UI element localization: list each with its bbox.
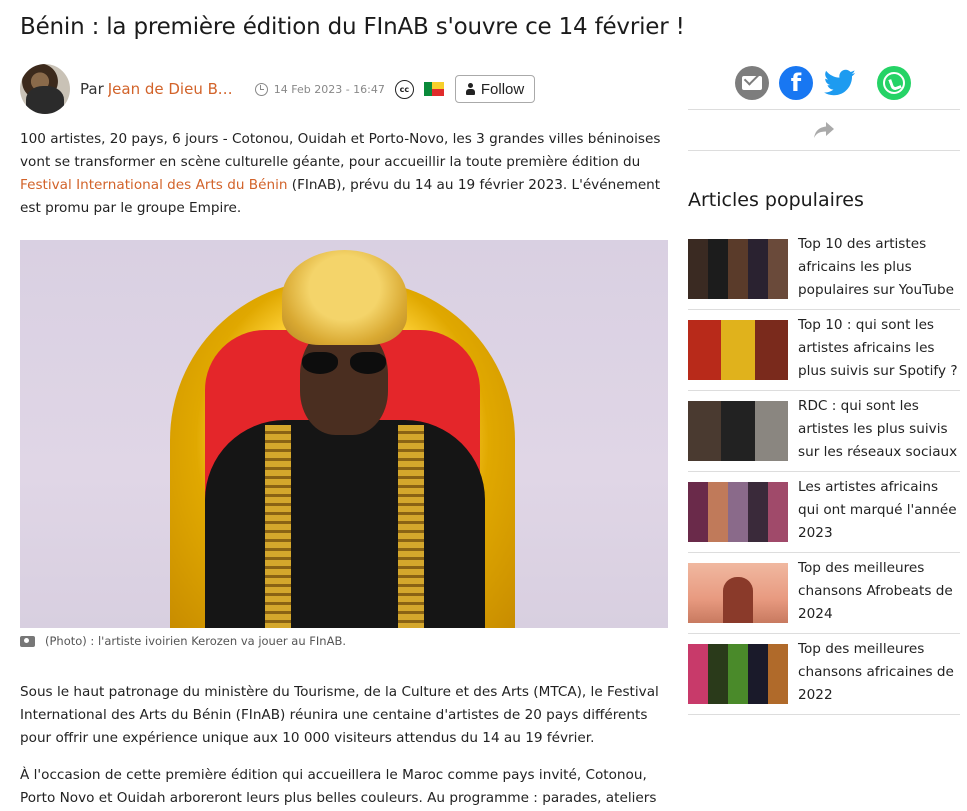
popular-article-item[interactable]: Top 10 : qui sont les artistes africains… [688, 310, 960, 391]
more-share-button[interactable] [688, 110, 960, 151]
popular-article-item[interactable]: Top des meilleures chansons africaines d… [688, 634, 960, 715]
popular-article-title[interactable]: Top des meilleures chansons africaines d… [798, 638, 960, 707]
facebook-icon[interactable]: f [779, 66, 813, 100]
share-arrow-icon [814, 122, 834, 138]
photo-caption: (Photo) : l'artiste ivoirien Kerozen va … [20, 634, 668, 648]
popular-article-title[interactable]: RDC : qui sont les artistes les plus sui… [798, 395, 960, 464]
photo-caption-text: (Photo) : l'artiste ivoirien Kerozen va … [45, 634, 346, 648]
camera-icon [20, 635, 35, 647]
article-paragraph: Sous le haut patronage du ministère du T… [20, 684, 659, 746]
twitter-icon[interactable] [823, 66, 857, 100]
author-link[interactable]: Jean de Dieu BO... [108, 80, 243, 98]
popular-article-item[interactable]: Top 10 des artistes africains les plus p… [688, 229, 960, 310]
article-thumbnail[interactable] [688, 563, 788, 623]
clock-icon [254, 82, 268, 96]
article-photo [20, 240, 668, 628]
artist-sunglasses [302, 352, 386, 376]
follow-button[interactable]: Follow [454, 75, 536, 103]
article-thumbnail[interactable] [688, 401, 788, 461]
popular-articles-list: Top 10 des artistes africains les plus p… [688, 229, 960, 715]
article-intro: 100 artistes, 20 pays, 6 jours - Cotonou… [20, 128, 668, 220]
popular-article-item[interactable]: Top des meilleures chansons Afrobeats de… [688, 553, 960, 634]
jacket-trim-right [398, 425, 424, 628]
creative-commons-icon[interactable]: cc [394, 79, 414, 99]
popular-articles-title: Articles populaires [688, 189, 864, 211]
intro-text-start: 100 artistes, 20 pays, 6 jours - Cotonou… [20, 131, 661, 170]
share-bar: f [688, 64, 960, 110]
artist-body [205, 420, 485, 628]
whatsapp-icon[interactable] [877, 66, 911, 100]
article-thumbnail[interactable] [688, 320, 788, 380]
user-icon [465, 83, 475, 95]
popular-article-title[interactable]: Top 10 : qui sont les artistes africains… [798, 314, 960, 383]
follow-label: Follow [480, 80, 525, 98]
popular-article-item[interactable]: Les artistes africains qui ont marqué l'… [688, 472, 960, 553]
popular-article-item[interactable]: RDC : qui sont les artistes les plus sui… [688, 391, 960, 472]
article-byline: Par Jean de Dieu BO... 14 Feb 2023 - 16:… [20, 64, 680, 114]
popular-article-title[interactable]: Top des meilleures chansons Afrobeats de… [798, 557, 960, 626]
artist-crown [282, 250, 407, 345]
jacket-trim-left [265, 425, 291, 628]
article-title: Bénin : la première édition du FInAB s'o… [20, 14, 685, 40]
article-thumbnail[interactable] [688, 482, 788, 542]
festival-link[interactable]: Festival International des Arts du Bénin [20, 177, 287, 193]
article-thumbnail[interactable] [688, 644, 788, 704]
byline-prefix: Par [80, 80, 104, 98]
email-icon[interactable] [735, 66, 769, 100]
article-thumbnail[interactable] [688, 239, 788, 299]
popular-article-title[interactable]: Top 10 des artistes africains les plus p… [798, 233, 960, 302]
benin-flag-icon [423, 82, 444, 96]
article-paragraph: À l'occasion de cette première édition q… [20, 767, 657, 806]
author-avatar[interactable] [20, 64, 70, 114]
popular-article-title[interactable]: Les artistes africains qui ont marqué l'… [798, 476, 960, 545]
publish-date: 14 Feb 2023 - 16:47 [273, 82, 385, 96]
